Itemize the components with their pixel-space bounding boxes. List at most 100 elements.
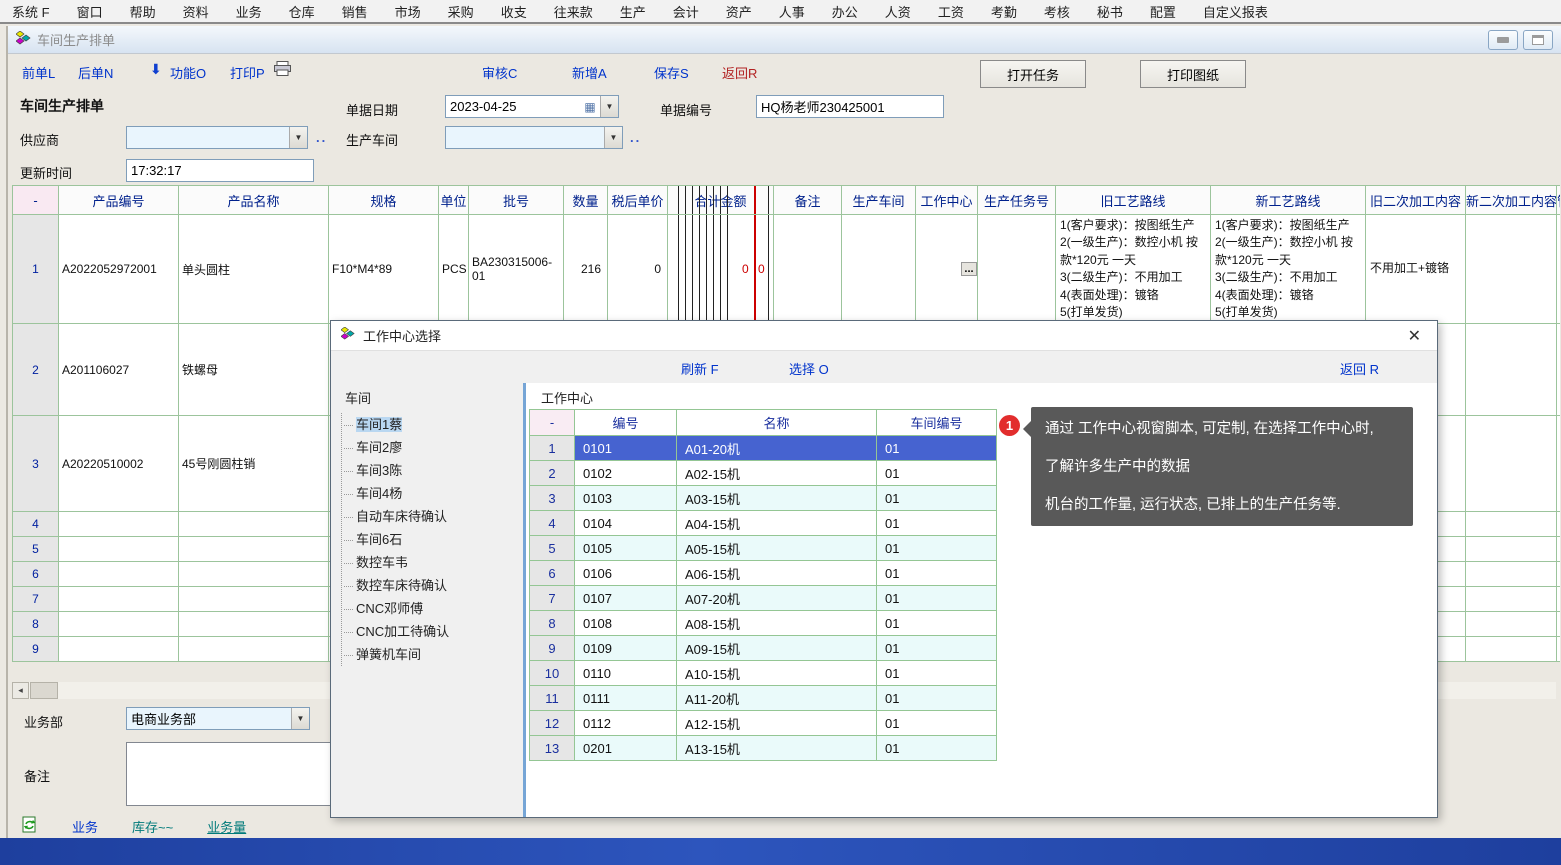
- grid-cell[interactable]: [774, 215, 842, 324]
- wc-row[interactable]: 120112A12-15机01: [530, 711, 997, 736]
- wc-row[interactable]: 20102A02-15机01: [530, 461, 997, 486]
- grid-cell[interactable]: [1466, 637, 1557, 662]
- grid-column-header[interactable]: 旧二次加工内容: [1366, 186, 1466, 215]
- wc-cell[interactable]: 2: [530, 461, 575, 486]
- wc-cell[interactable]: 11: [530, 686, 575, 711]
- grid-cell[interactable]: [1466, 324, 1557, 416]
- scroll-left-icon[interactable]: [12, 682, 29, 699]
- grid-cell[interactable]: 材: [1557, 416, 1561, 512]
- menu-item[interactable]: 销售: [342, 2, 368, 21]
- grid-cell[interactable]: 单头圆柱: [179, 215, 329, 324]
- tab-business[interactable]: 业务: [72, 817, 98, 836]
- menu-item[interactable]: 采购: [448, 2, 474, 21]
- wc-cell[interactable]: 12: [530, 711, 575, 736]
- grid-cell[interactable]: 材: [1557, 215, 1561, 324]
- update-time-input[interactable]: [126, 159, 314, 182]
- grid-column-header[interactable]: 规格: [329, 186, 439, 215]
- scrollbar-thumb[interactable]: [30, 682, 58, 699]
- print-link[interactable]: 打印P: [230, 63, 265, 82]
- wc-row[interactable]: 50105A05-15机01: [530, 536, 997, 561]
- menu-item[interactable]: 帮助: [130, 2, 156, 21]
- wc-cell[interactable]: 01: [877, 536, 997, 561]
- tree-item[interactable]: 弹簧机车间: [344, 643, 449, 666]
- wc-row[interactable]: 90109A09-15机01: [530, 636, 997, 661]
- chevron-down-icon[interactable]: [600, 96, 618, 117]
- row-number-cell[interactable]: 6: [13, 562, 59, 587]
- wc-row[interactable]: 30103A03-15机01: [530, 486, 997, 511]
- workcenter-browse-button[interactable]: [961, 262, 977, 276]
- wc-cell[interactable]: 3: [530, 486, 575, 511]
- refresh-doc-icon[interactable]: [22, 816, 38, 836]
- restore-button[interactable]: [1523, 30, 1553, 50]
- grid-cell[interactable]: [1557, 512, 1561, 537]
- menu-item[interactable]: 生产: [620, 2, 646, 21]
- wc-cell[interactable]: A13-15机: [677, 736, 877, 761]
- grid-cell[interactable]: [842, 215, 916, 324]
- dialog-return-link[interactable]: 返回 R: [1340, 359, 1379, 378]
- grid-cell[interactable]: 材 HQ: [1557, 324, 1561, 416]
- wc-cell[interactable]: 01: [877, 736, 997, 761]
- wc-cell[interactable]: 4: [530, 511, 575, 536]
- open-task-button[interactable]: 打开任务: [980, 60, 1086, 88]
- grid-cell[interactable]: [916, 215, 978, 324]
- grid-cell[interactable]: 1(客户要求)：按图纸生产 2(一级生产)：数控小机 按款*120元 一天 3(…: [1211, 215, 1366, 324]
- grid-column-header[interactable]: 旧工艺路线: [1056, 186, 1211, 215]
- tree-item[interactable]: 车间3陈: [344, 459, 449, 482]
- menu-item[interactable]: 自定义报表: [1203, 2, 1268, 21]
- row-number-cell[interactable]: 3: [13, 416, 59, 512]
- tab-business-volume[interactable]: 业务量: [207, 817, 246, 836]
- wc-cell[interactable]: 6: [530, 561, 575, 586]
- wc-cell[interactable]: A02-15机: [677, 461, 877, 486]
- grid-cell[interactable]: 不用加工+镀铬: [1366, 215, 1466, 324]
- row-number-cell[interactable]: 1: [13, 215, 59, 324]
- grid-column-header[interactable]: 数量: [564, 186, 608, 215]
- wc-cell[interactable]: 7: [530, 586, 575, 611]
- wc-column-header[interactable]: 编号: [575, 410, 677, 436]
- wc-cell[interactable]: 13: [530, 736, 575, 761]
- menu-item[interactable]: 办公: [832, 2, 858, 21]
- grid-column-header[interactable]: 单位: [439, 186, 469, 215]
- grid-column-header[interactable]: 产品编号: [59, 186, 179, 215]
- workcenter-edit-field[interactable]: [916, 262, 961, 276]
- tree-item[interactable]: 车间1蔡: [344, 413, 449, 436]
- tree-item[interactable]: 车间6石: [344, 528, 449, 551]
- grid-cell[interactable]: [179, 537, 329, 562]
- supplier-browse-hint[interactable]: ..: [316, 130, 327, 145]
- workshop-browse-hint[interactable]: ..: [630, 130, 641, 145]
- grid-column-header[interactable]: 生产任务号: [978, 186, 1056, 215]
- wc-cell[interactable]: 5: [530, 536, 575, 561]
- wc-cell[interactable]: 0111: [575, 686, 677, 711]
- grid-cell[interactable]: PCS: [439, 215, 469, 324]
- row-number-cell[interactable]: 2: [13, 324, 59, 416]
- wc-cell[interactable]: A05-15机: [677, 536, 877, 561]
- menu-item[interactable]: 往来款: [554, 2, 593, 21]
- menu-item[interactable]: 人资: [885, 2, 911, 21]
- row-number-cell[interactable]: 9: [13, 637, 59, 662]
- grid-cell[interactable]: [59, 637, 179, 662]
- wc-column-header[interactable]: 车间编号: [877, 410, 997, 436]
- grid-cell[interactable]: [1466, 562, 1557, 587]
- grid-column-header[interactable]: -: [13, 186, 59, 215]
- print-drawing-button[interactable]: 打印图纸: [1140, 60, 1246, 88]
- grid-column-header[interactable]: 合计金额: [668, 186, 774, 215]
- chevron-down-icon[interactable]: [289, 127, 307, 148]
- wc-cell[interactable]: 0108: [575, 611, 677, 636]
- next-doc-link[interactable]: 后单N: [78, 63, 113, 82]
- save-link[interactable]: 保存S: [654, 63, 689, 82]
- doc-date-input[interactable]: [446, 96, 580, 117]
- add-link[interactable]: 新增A: [572, 63, 607, 82]
- menu-item[interactable]: 考核: [1044, 2, 1070, 21]
- grid-cell[interactable]: [1466, 416, 1557, 512]
- menu-item[interactable]: 仓库: [289, 2, 315, 21]
- grid-column-header[interactable]: 批号: [469, 186, 564, 215]
- select-link[interactable]: 选择 O: [789, 359, 829, 378]
- menu-item[interactable]: 资产: [726, 2, 752, 21]
- grid-cell[interactable]: [1557, 537, 1561, 562]
- tree-item[interactable]: 车间4杨: [344, 482, 449, 505]
- grid-cell[interactable]: [1557, 562, 1561, 587]
- grid-cell[interactable]: [1557, 612, 1561, 637]
- wc-cell[interactable]: A11-20机: [677, 686, 877, 711]
- grid-column-header[interactable]: 工作中心: [916, 186, 978, 215]
- doc-no-input[interactable]: [756, 95, 944, 118]
- grid-cell[interactable]: [1557, 587, 1561, 612]
